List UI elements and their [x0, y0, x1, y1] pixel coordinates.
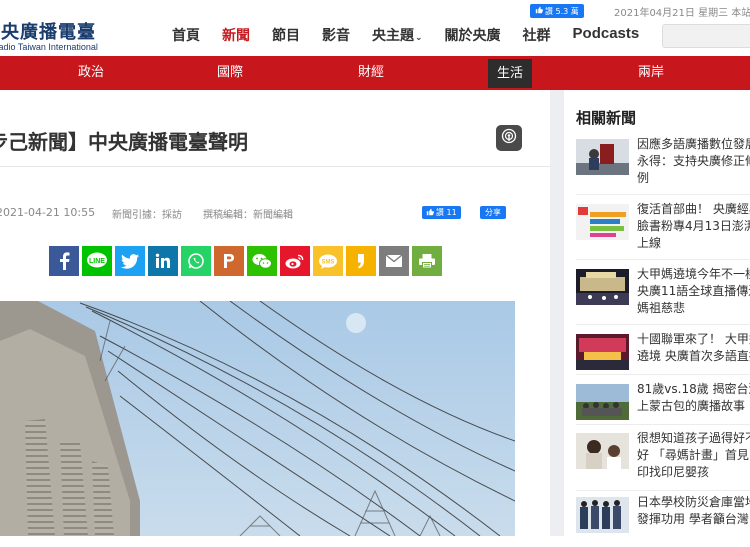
share-facebook-button[interactable]: [49, 246, 79, 276]
related-news-headline: 很想知道孩子過得好不好 「尋媽計畫」首見台印找印尼嬰孩: [637, 431, 750, 479]
related-news-thumbnail: [576, 334, 629, 370]
podcast-button[interactable]: [496, 125, 522, 151]
article-like-button[interactable]: 讚 11: [422, 206, 461, 219]
related-news-headline: 十國聯軍來了！ 大甲媽遶境 央廣首次多語直播: [637, 332, 750, 363]
sidebar-divider: [576, 490, 750, 491]
share-quote-button[interactable]: [346, 246, 376, 276]
related-news-headline: 復活首部曲！ 央廣經典臉書粉專4月13日澎湃上線: [637, 202, 750, 250]
share-line-button[interactable]: LINE: [82, 246, 112, 276]
nav-home[interactable]: 首頁: [172, 25, 200, 45]
related-news-item[interactable]: 日本學校防災倉庫當地發揮功用 學者籲台灣: [576, 495, 750, 547]
article-share-button[interactable]: 分享: [480, 206, 506, 219]
category-finance[interactable]: 財經: [349, 56, 393, 90]
sidebar-divider: [576, 374, 750, 375]
share-linkedin-button[interactable]: [148, 246, 178, 276]
related-news-thumbnail: [576, 384, 629, 420]
nav-topics[interactable]: 央主題⌄: [372, 25, 423, 45]
related-news-item[interactable]: 十國聯軍來了！ 大甲媽遶境 央廣首次多語直播: [576, 332, 750, 384]
article-time: 2021-04-21 10:55: [0, 206, 96, 219]
share-weibo-button[interactable]: [280, 246, 310, 276]
article-photo: [0, 301, 515, 536]
whatsapp-icon: [187, 252, 205, 270]
weibo-icon: [285, 253, 305, 270]
nav-video[interactable]: 影音: [322, 25, 350, 45]
related-news-headline: 81歲vs.18歲 揭密台灣上蒙古包的廣播故事: [637, 382, 750, 413]
nav-topics-label: 央主題: [372, 28, 414, 44]
article-editor: 撰稿編輯：新聞編輯: [203, 210, 293, 221]
print-icon: [418, 253, 436, 269]
category-cross-strait[interactable]: 兩岸: [629, 56, 673, 90]
related-news-thumbnail: [576, 139, 629, 175]
related-news-title: 相關新聞: [576, 109, 637, 127]
facebook-like-count: 讚 5.3 萬: [545, 6, 579, 16]
related-news-headline: 因應多語廣播數位發展 永得：支持央廣修正條例: [637, 137, 750, 185]
svg-text:SMS: SMS: [321, 259, 334, 265]
facebook-like-button[interactable]: 讚 5.3 萬: [530, 4, 584, 18]
email-icon: [385, 254, 403, 268]
sidebar-divider: [576, 324, 750, 325]
chevron-down-icon: ⌄: [415, 33, 423, 43]
share-messenger-button[interactable]: SMS: [313, 246, 343, 276]
site-logo[interactable]: 中央廣播電臺 Radio Taiwan International: [0, 18, 98, 52]
share-whatsapp-button[interactable]: [181, 246, 211, 276]
related-news-headline: 大甲媽遶境今年不一樣 央廣11語全球直播傳遞媽祖慈悲: [637, 267, 750, 315]
related-news-thumbnail: [576, 269, 629, 305]
share-email-button[interactable]: [379, 246, 409, 276]
messenger-icon: SMS: [318, 253, 338, 270]
current-date: 2021年04月21日 星期三 本站: [614, 8, 750, 19]
related-news-item[interactable]: 很想知道孩子過得好不好 「尋媽計畫」首見台印找印尼嬰孩: [576, 431, 750, 483]
related-news-item[interactable]: 復活首部曲！ 央廣經典臉書粉專4月13日澎湃上線: [576, 202, 750, 254]
related-news-thumbnail: [576, 433, 629, 469]
share-twitter-button[interactable]: [115, 246, 145, 276]
sidebar-divider: [576, 424, 750, 425]
quote-icon: [355, 252, 367, 270]
facebook-icon: [57, 252, 71, 270]
sidebar-divider: [576, 194, 750, 195]
logo-english: Radio Taiwan International: [0, 42, 98, 52]
svg-text:LINE: LINE: [89, 258, 105, 265]
title-divider: [0, 166, 550, 167]
nav-news[interactable]: 新聞: [222, 25, 250, 45]
category-nav: 政治 國際 財經 生活 兩岸: [0, 56, 750, 90]
category-international[interactable]: 國際: [208, 56, 252, 90]
related-news-item[interactable]: 81歲vs.18歲 揭密台灣上蒙古包的廣播故事: [576, 382, 750, 434]
related-news-item[interactable]: 因應多語廣播數位發展 永得：支持央廣修正條例: [576, 137, 750, 189]
article-title: 步己新聞】中央廣播電臺聲明: [0, 130, 248, 154]
nav-podcasts[interactable]: Podcasts: [573, 25, 640, 45]
thumbs-up-icon: [535, 6, 543, 16]
site-header: 中央廣播電臺 Radio Taiwan International 讚 5.3 …: [0, 0, 750, 56]
article-like-count: 讚 11: [436, 208, 457, 217]
twitter-icon: [121, 253, 139, 269]
line-icon: LINE: [86, 252, 108, 270]
thumbs-up-icon: [426, 208, 434, 218]
logo-chinese: 中央廣播電臺: [0, 22, 96, 43]
related-news-thumbnail: [576, 204, 629, 240]
share-wechat-button[interactable]: [247, 246, 277, 276]
related-news-headline: 日本學校防災倉庫當地發揮功用 學者籲台灣: [637, 495, 750, 526]
nav-about[interactable]: 關於央廣: [445, 25, 501, 45]
share-buttons: LINE SMS: [49, 246, 442, 276]
search-input[interactable]: [662, 24, 750, 48]
share-plurk-button[interactable]: [214, 246, 244, 276]
wechat-icon: [252, 253, 272, 270]
category-life[interactable]: 生活: [488, 59, 533, 88]
related-news-thumbnail: [576, 497, 629, 533]
article-source: 新聞引據：採訪: [112, 210, 182, 221]
nav-social[interactable]: 社群: [523, 25, 551, 45]
related-news-item[interactable]: 大甲媽遶境今年不一樣 央廣11語全球直播傳遞媽祖慈悲: [576, 267, 750, 319]
share-print-button[interactable]: [412, 246, 442, 276]
plurk-icon: [222, 252, 236, 270]
linkedin-icon: [155, 253, 171, 269]
main-nav: 首頁 新聞 節目 影音 央主題⌄ 關於央廣 社群 Podcasts: [172, 25, 661, 45]
nav-programs[interactable]: 節目: [272, 25, 300, 45]
podcast-icon: [501, 128, 517, 148]
category-politics[interactable]: 政治: [69, 56, 113, 90]
column-gap: [550, 90, 564, 536]
sidebar-divider: [576, 259, 750, 260]
